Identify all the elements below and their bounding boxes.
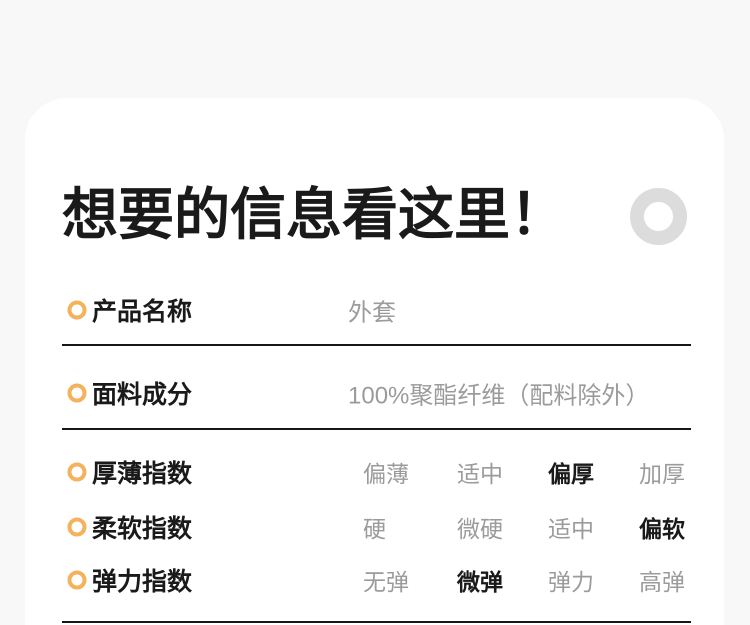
bullet-ring-icon xyxy=(68,518,87,537)
row-label: 产品名称 xyxy=(92,292,192,328)
row-value: 100%聚酯纤维（配料除外） xyxy=(348,376,649,411)
row-value: 外套 xyxy=(348,293,396,328)
bullet-ring-icon xyxy=(68,571,87,590)
row-label: 弹力指数 xyxy=(92,562,192,598)
row-label: 面料成分 xyxy=(92,375,192,411)
index-option: 偏软 xyxy=(639,510,731,544)
index-option: 微硬 xyxy=(457,510,549,544)
info-row-fabric: 面料成分 100%聚酯纤维（配料除外） xyxy=(62,378,690,408)
index-option: 适中 xyxy=(548,510,640,544)
index-option: 无弹 xyxy=(363,563,455,597)
index-row-softness: 柔软指数 硬 微硬 适中 偏软 xyxy=(62,512,690,542)
product-info-card: 想要的信息看这里！ 产品名称 外套 面料成分 100%聚酯纤维（配料除外） 厚薄… xyxy=(25,98,724,625)
page-title: 想要的信息看这里！ xyxy=(62,184,566,246)
row-label: 柔软指数 xyxy=(92,509,192,545)
index-option: 适中 xyxy=(457,455,549,489)
divider xyxy=(62,428,691,430)
divider xyxy=(62,621,691,623)
index-option: 微弹 xyxy=(457,563,549,597)
bullet-ring-icon xyxy=(68,301,87,320)
index-option: 弹力 xyxy=(548,563,640,597)
divider xyxy=(62,344,691,346)
index-row-elasticity: 弹力指数 无弹 微弹 弹力 高弹 xyxy=(62,565,690,595)
index-option: 偏薄 xyxy=(363,455,455,489)
index-option: 加厚 xyxy=(639,455,731,489)
row-label: 厚薄指数 xyxy=(92,454,192,490)
index-option: 偏厚 xyxy=(548,455,640,489)
ring-decoration-icon xyxy=(630,188,687,245)
bullet-ring-icon xyxy=(68,463,87,482)
info-row-product-name: 产品名称 外套 xyxy=(62,295,690,325)
index-option: 硬 xyxy=(363,510,455,544)
index-option: 高弹 xyxy=(639,563,731,597)
bullet-ring-icon xyxy=(68,384,87,403)
index-row-thickness: 厚薄指数 偏薄 适中 偏厚 加厚 xyxy=(62,457,690,487)
